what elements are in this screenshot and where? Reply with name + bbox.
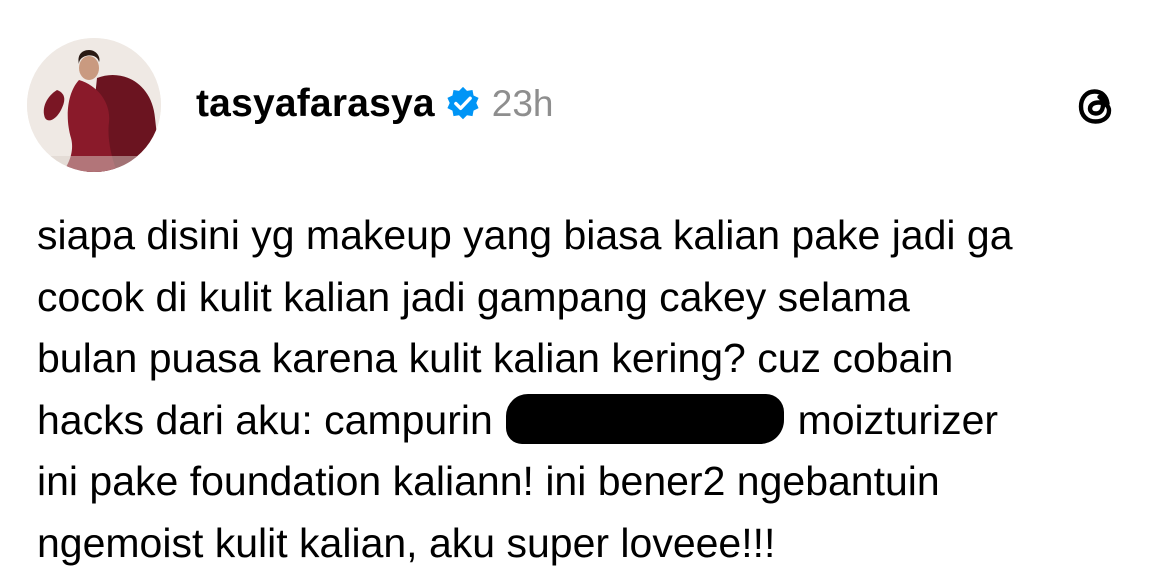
post-text-line: ngemoist kulit kalian, aku super loveee!…: [37, 519, 776, 566]
threads-logo-icon[interactable]: [1072, 81, 1122, 131]
avatar-photo: [27, 38, 161, 172]
post-timestamp: 23h: [491, 83, 554, 124]
post-text: siapa disini yg makeup yang biasa kalian…: [37, 205, 1147, 574]
verified-badge-icon: [444, 85, 482, 123]
post-text-line: bulan puasa karena kulit kalian kering? …: [37, 335, 954, 381]
avatar[interactable]: [27, 38, 161, 172]
post-text-segment: hacks dari aku: campurin: [37, 396, 493, 443]
post-text-segment: moizturizer: [797, 396, 999, 443]
post-text-line: siapa disini yg makeup yang biasa kalian…: [37, 212, 1013, 258]
username[interactable]: tasyafarasya: [196, 82, 435, 126]
redacted-text: [506, 393, 785, 444]
post-text-line: ini pake foundation kaliann! ini bener2 …: [37, 458, 940, 504]
post-text-line: hacks dari aku: campurin moizturizer: [37, 390, 1147, 452]
post-header: tasyafarasya 23h: [196, 78, 554, 130]
post-text-line: cocok di kulit kalian jadi gampang cakey…: [37, 273, 910, 320]
